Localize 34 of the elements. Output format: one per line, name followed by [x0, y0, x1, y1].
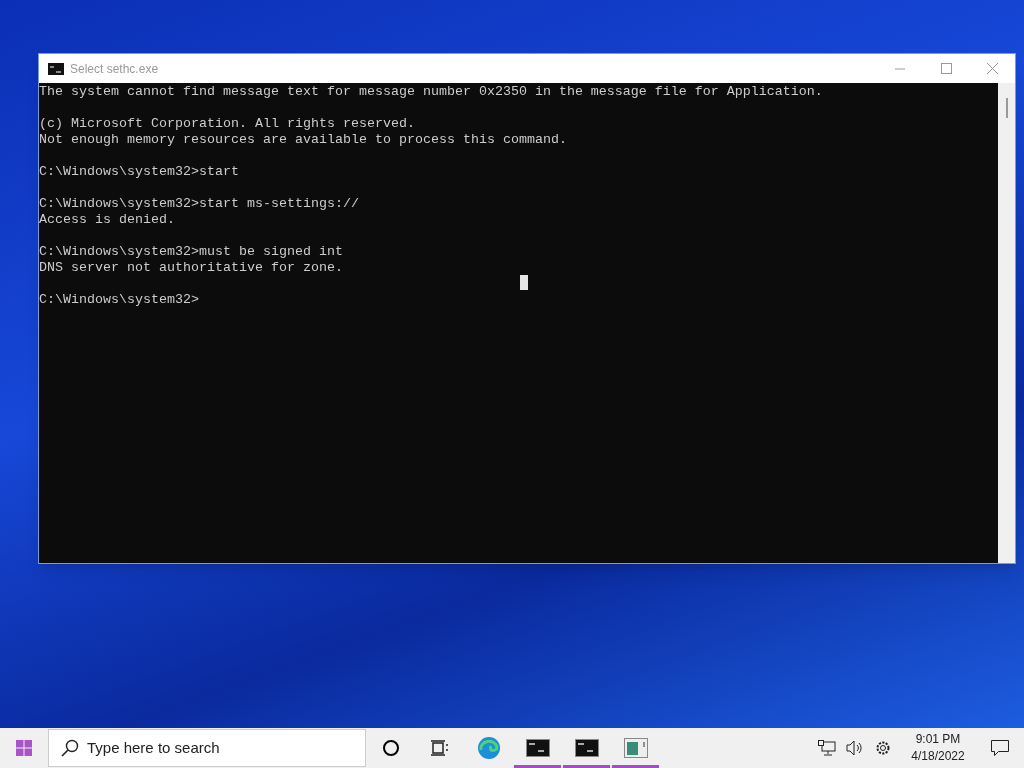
console-line: DNS server not authoritative for zone. — [39, 260, 343, 276]
browser-icon — [476, 736, 501, 760]
network-icon — [818, 740, 836, 756]
console-line: (c) Microsoft Corporation. All rights reserved. — [39, 116, 415, 132]
console-line: The system cannot find message text for message number 0x2350 in the message file for Application. — [39, 84, 823, 100]
search-box[interactable]: Type here to search — [48, 729, 366, 767]
search-input[interactable]: Type here to search — [87, 736, 365, 760]
running-indicator — [563, 765, 610, 768]
console-line: C:\Windows\system32> — [39, 292, 199, 308]
terminal-icon — [525, 739, 550, 757]
console-line: C:\Windows\system32>start — [39, 164, 239, 180]
console-line: C:\Windows\system32>must be signed int — [39, 244, 343, 260]
window-icon — [623, 738, 648, 758]
terminal-icon — [574, 739, 599, 757]
running-indicator — [612, 765, 659, 768]
windows-logo-icon — [16, 740, 32, 756]
search-icon — [61, 739, 79, 757]
scrollbar-thumb[interactable] — [1005, 98, 1008, 118]
console-line: Not enough memory resources are available to process this command. — [39, 132, 567, 148]
console-line: C:\Windows\system32>start ms-settings:// — [39, 196, 359, 212]
console-line: Access is denied. — [39, 212, 175, 228]
clock[interactable]: 9:01 PM 4/18/2022 — [900, 731, 976, 765]
running-indicator — [514, 765, 561, 768]
task-view-icon — [430, 740, 449, 756]
settings-icon — [874, 739, 892, 757]
maximize-icon — [940, 63, 952, 74]
speech-bubble-icon — [991, 740, 1009, 756]
text-cursor — [520, 275, 528, 290]
window-title: Select sethc.exe — [70, 60, 159, 78]
clock-time: 9:01 PM — [915, 731, 961, 748]
terminal-icon — [48, 62, 64, 75]
clock-date: 4/18/2022 — [911, 748, 965, 765]
speaker-icon — [846, 740, 864, 756]
close-icon — [986, 63, 998, 74]
